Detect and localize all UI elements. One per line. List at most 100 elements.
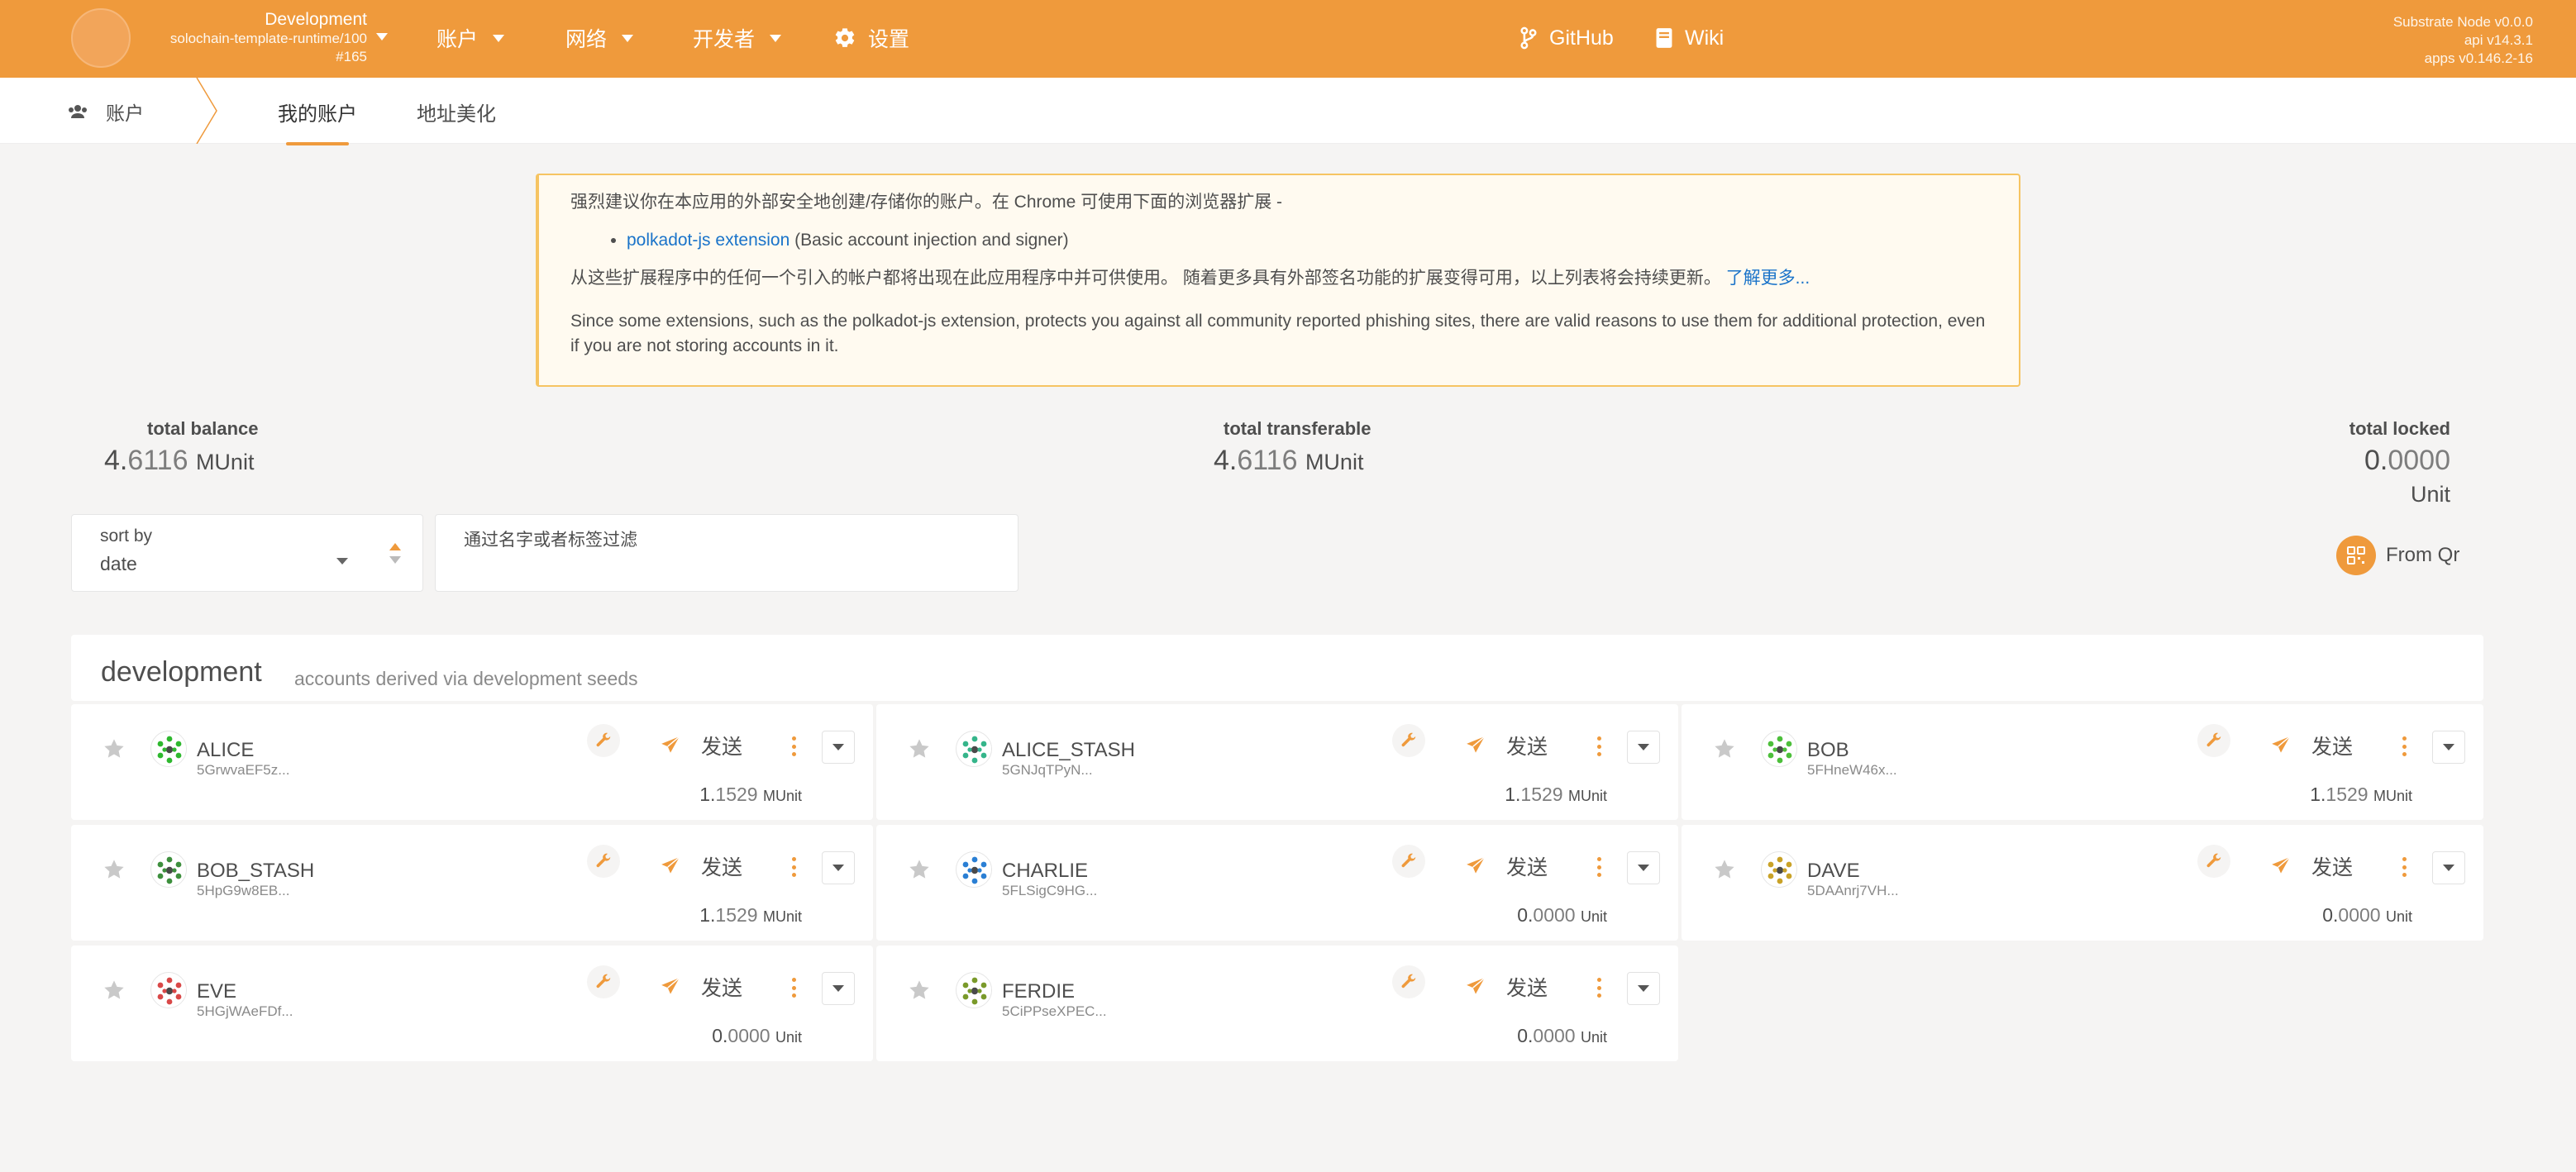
wrench-icon[interactable] xyxy=(1392,845,1425,878)
more-options-icon[interactable] xyxy=(1592,855,1605,879)
tab-my-accounts[interactable]: 我的账户 xyxy=(278,98,357,126)
account-identicon[interactable] xyxy=(150,731,187,767)
extension-list: polkadot-js extension (Basic account inj… xyxy=(627,228,1987,253)
wiki-link[interactable]: Wiki xyxy=(1655,21,1724,55)
sort-descending-icon[interactable] xyxy=(389,556,401,564)
account-address[interactable]: 5DAAnrj7VH... xyxy=(1807,883,1899,899)
section-label: 账户 xyxy=(106,102,144,124)
warning-line-3: Since some extensions, such as the polka… xyxy=(570,312,1986,355)
github-label: GitHub xyxy=(1549,26,1614,50)
from-qr-button[interactable]: From Qr xyxy=(2336,536,2459,575)
more-options-icon[interactable] xyxy=(787,855,800,879)
account-card: EVE 5HGjWAeFDf... 发送 0.0000 Unit xyxy=(71,946,873,1061)
more-options-icon[interactable] xyxy=(1592,975,1605,1000)
send-button[interactable]: 发送 xyxy=(1465,972,1548,1002)
learn-more-link[interactable]: 了解更多... xyxy=(1726,269,1810,288)
more-options-icon[interactable] xyxy=(1592,734,1605,759)
sort-ascending-icon[interactable] xyxy=(389,543,401,550)
menu-accounts-label: 账户 xyxy=(436,28,479,51)
account-address[interactable]: 5GrwvaEF5z... xyxy=(197,762,289,779)
chain-selector[interactable]: Development solochain-template-runtime/1… xyxy=(141,10,367,66)
wrench-icon[interactable] xyxy=(1392,724,1425,757)
star-icon[interactable] xyxy=(1713,737,1736,760)
send-button[interactable]: 发送 xyxy=(660,731,742,760)
tab-vanity-address[interactable]: 地址美化 xyxy=(417,98,496,126)
send-button[interactable]: 发送 xyxy=(2270,731,2353,760)
chevron-down-icon xyxy=(770,34,782,42)
expand-button[interactable] xyxy=(1627,851,1660,884)
more-options-icon[interactable] xyxy=(2397,855,2411,879)
expand-button[interactable] xyxy=(2432,851,2465,884)
send-button[interactable]: 发送 xyxy=(1465,731,1548,760)
send-label: 发送 xyxy=(1506,977,1548,1000)
menu-developer[interactable]: 开发者 xyxy=(693,21,782,55)
wrench-icon[interactable] xyxy=(587,845,620,878)
polkadot-extension-link[interactable]: polkadot-js extension xyxy=(627,231,789,250)
more-options-icon[interactable] xyxy=(787,734,800,759)
account-address[interactable]: 5HGjWAeFDf... xyxy=(197,1003,293,1020)
send-button[interactable]: 发送 xyxy=(2270,851,2353,881)
chain-logo[interactable] xyxy=(71,8,131,68)
balance-int: 1. xyxy=(699,904,716,926)
expand-button[interactable] xyxy=(1627,731,1660,764)
chevron-down-icon xyxy=(1638,744,1649,750)
star-icon[interactable] xyxy=(1713,858,1736,881)
send-button[interactable]: 发送 xyxy=(660,851,742,881)
filter-input[interactable]: 通过名字或者标签过滤 xyxy=(435,514,1018,592)
star-icon[interactable] xyxy=(908,858,931,881)
send-button[interactable]: 发送 xyxy=(660,972,742,1002)
more-options-icon[interactable] xyxy=(787,975,800,1000)
total-balance: total balance 4.6116 MUnit xyxy=(104,418,258,477)
account-address[interactable]: 5CiPPseXPEC... xyxy=(1002,1003,1107,1020)
expand-button[interactable] xyxy=(822,851,855,884)
account-identicon[interactable] xyxy=(150,851,187,888)
star-icon[interactable] xyxy=(103,737,126,760)
account-card: ALICE 5GrwvaEF5z... 发送 1.1529 MUnit xyxy=(71,704,873,820)
wrench-icon[interactable] xyxy=(587,724,620,757)
account-identicon[interactable] xyxy=(956,851,992,888)
send-button[interactable]: 发送 xyxy=(1465,851,1548,881)
menu-accounts[interactable]: 账户 xyxy=(436,21,505,55)
account-identicon[interactable] xyxy=(1761,851,1797,888)
sort-dropdown[interactable]: sort by date xyxy=(71,514,423,592)
chevron-down-icon[interactable] xyxy=(376,33,388,40)
star-icon[interactable] xyxy=(908,737,931,760)
wrench-icon[interactable] xyxy=(2197,845,2230,878)
top-bar: Development solochain-template-runtime/1… xyxy=(0,0,2576,78)
expand-button[interactable] xyxy=(822,731,855,764)
star-icon[interactable] xyxy=(103,979,126,1002)
account-address[interactable]: 5FLSigC9HG... xyxy=(1002,883,1097,899)
expand-button[interactable] xyxy=(1627,972,1660,1005)
menu-settings[interactable]: 设置 xyxy=(833,21,909,55)
account-address[interactable]: 5GNJqTPyN... xyxy=(1002,762,1093,779)
balance-unit: Unit xyxy=(775,1029,802,1046)
balance-int: 1. xyxy=(2310,784,2326,805)
balance-dec: 1529 xyxy=(2326,784,2368,805)
account-balance: 0.0000 Unit xyxy=(1517,904,1607,927)
account-name: DAVE xyxy=(1807,860,1860,882)
wrench-icon[interactable] xyxy=(587,965,620,998)
account-identicon[interactable] xyxy=(956,972,992,1008)
account-balance: 1.1529 MUnit xyxy=(699,904,802,927)
account-identicon[interactable] xyxy=(956,731,992,767)
paper-plane-icon xyxy=(661,856,680,874)
balance-dec: 1529 xyxy=(715,904,758,926)
expand-button[interactable] xyxy=(822,972,855,1005)
account-address[interactable]: 5HpG9w8EB... xyxy=(197,883,289,899)
wrench-icon[interactable] xyxy=(1392,965,1425,998)
sub-navigation: 账户 我的账户 地址美化 xyxy=(0,78,2576,145)
more-options-icon[interactable] xyxy=(2397,734,2411,759)
qrcode-icon xyxy=(2336,536,2376,575)
wrench-icon[interactable] xyxy=(2197,724,2230,757)
account-identicon[interactable] xyxy=(150,972,187,1008)
star-icon[interactable] xyxy=(103,858,126,881)
account-address[interactable]: 5FHneW46x... xyxy=(1807,762,1897,779)
total-locked-int: 0. xyxy=(2364,445,2388,476)
github-link[interactable]: GitHub xyxy=(1519,21,1614,55)
menu-network[interactable]: 网络 xyxy=(565,21,634,55)
total-transferable-value: 4.6116 MUnit xyxy=(1214,445,1371,477)
star-icon[interactable] xyxy=(908,979,931,1002)
expand-button[interactable] xyxy=(2432,731,2465,764)
account-identicon[interactable] xyxy=(1761,731,1797,767)
account-name: ALICE_STASH xyxy=(1002,739,1135,761)
